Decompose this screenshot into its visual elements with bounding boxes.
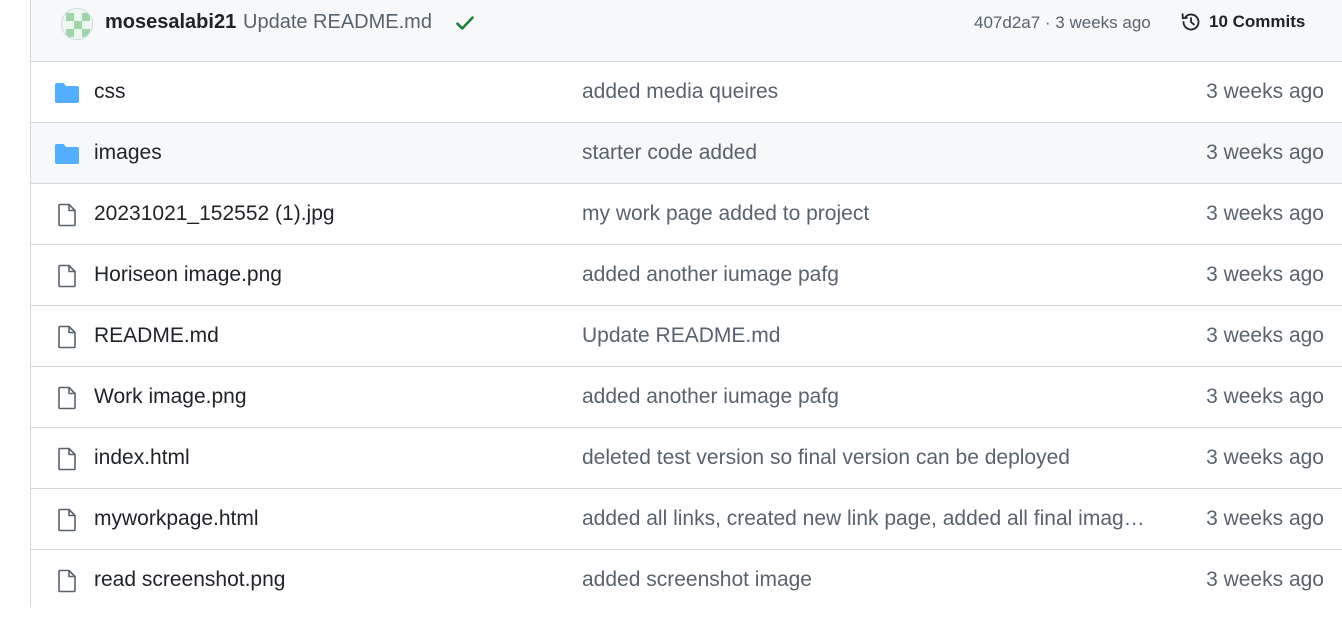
file-row[interactable]: images starter code added 3 weeks ago: [31, 123, 1342, 184]
file-commit-date: 3 weeks ago: [1206, 141, 1324, 164]
folder-icon: [54, 81, 80, 105]
file-icon: [54, 325, 80, 349]
file-commit-date: 3 weeks ago: [1206, 80, 1324, 103]
file-commit-date: 3 weeks ago: [1206, 263, 1324, 286]
file-row[interactable]: Work image.png added another iumage pafg 3…: [31, 367, 1342, 428]
file-row[interactable]: read screenshot.png added screenshot imag…: [31, 550, 1342, 611]
commit-author[interactable]: mosesalabi21: [105, 11, 236, 34]
commits-count: 10 Commits: [1209, 12, 1306, 31]
commits-history-link[interactable]: 10 Commits: [1179, 10, 1305, 34]
file-name-link[interactable]: index.html: [94, 446, 190, 470]
file-commit-message-link[interactable]: added another iumage pafg: [582, 385, 839, 409]
file-row[interactable]: css added media queires 3 weeks ago: [31, 62, 1342, 123]
file-commit-date: 3 weeks ago: [1206, 446, 1324, 469]
file-commit-message-link[interactable]: added screenshot image: [582, 568, 812, 592]
file-list: css added media queires 3 weeks ago images s…: [31, 62, 1342, 611]
file-row[interactable]: README.md Update README.md 3 weeks ago: [31, 306, 1342, 367]
file-row[interactable]: 20231021_152552 (1).jpg my work page adde…: [31, 184, 1342, 245]
file-icon: [54, 203, 80, 227]
file-commit-date: 3 weeks ago: [1206, 385, 1324, 408]
file-icon: [54, 508, 80, 532]
file-commit-message-link[interactable]: added all links, created new link page, …: [582, 507, 1145, 531]
file-name-link[interactable]: myworkpage.html: [94, 507, 259, 531]
file-icon: [54, 386, 80, 410]
avatar[interactable]: [61, 8, 93, 40]
file-name-link[interactable]: images: [94, 141, 162, 165]
file-commit-message-link[interactable]: added media queires: [582, 80, 778, 104]
file-commit-date: 3 weeks ago: [1206, 507, 1324, 530]
file-name-link[interactable]: 20231021_152552 (1).jpg: [94, 202, 335, 226]
file-icon: [54, 264, 80, 288]
identicon-icon: [62, 9, 92, 39]
check-icon[interactable]: [454, 12, 476, 34]
file-name-link[interactable]: Horiseon image.png: [94, 263, 282, 287]
file-commit-date: 3 weeks ago: [1206, 202, 1324, 225]
file-icon: [54, 569, 80, 593]
file-name-link[interactable]: css: [94, 80, 126, 104]
file-commit-message-link[interactable]: Update README.md: [582, 324, 780, 348]
file-row[interactable]: myworkpage.html added all links, created …: [31, 489, 1342, 550]
folder-icon: [54, 142, 80, 166]
latest-commit-bar: mosesalabi21 Update README.md 407d2a7 · …: [31, 0, 1342, 62]
file-icon: [54, 447, 80, 471]
file-commit-date: 3 weeks ago: [1206, 324, 1324, 347]
file-name-link[interactable]: Work image.png: [94, 385, 247, 409]
file-name-link[interactable]: README.md: [94, 324, 219, 348]
file-row[interactable]: Horiseon image.png added another iumage p…: [31, 245, 1342, 306]
file-commit-message-link[interactable]: my work page added to project: [582, 202, 869, 226]
history-icon: [1181, 13, 1200, 31]
file-commit-message-link[interactable]: deleted test version so final version ca…: [582, 446, 1070, 470]
commit-hash-and-time[interactable]: 407d2a7 · 3 weeks ago: [974, 13, 1151, 33]
file-commit-message-link[interactable]: starter code added: [582, 141, 757, 165]
file-commit-date: 3 weeks ago: [1206, 568, 1324, 591]
file-row[interactable]: index.html deleted test version so final …: [31, 428, 1342, 489]
latest-commit-message[interactable]: Update README.md: [243, 11, 432, 34]
file-name-link[interactable]: read screenshot.png: [94, 568, 285, 592]
file-commit-message-link[interactable]: added another iumage pafg: [582, 263, 839, 287]
